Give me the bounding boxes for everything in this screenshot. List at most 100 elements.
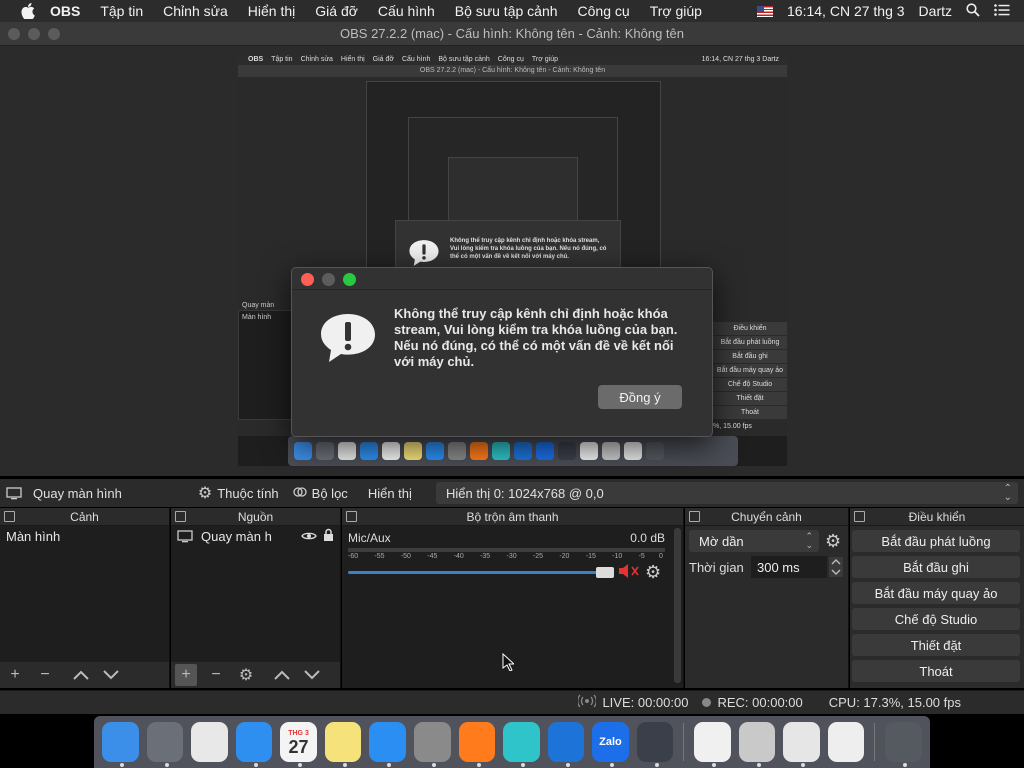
gear-icon: ⚙ <box>197 485 213 502</box>
float-dock-icon[interactable] <box>4 511 15 522</box>
float-dock-icon[interactable] <box>854 511 865 522</box>
mini-menu-item: Chỉnh sửa <box>300 56 333 63</box>
running-indicator <box>712 763 717 767</box>
us-flag-icon[interactable] <box>757 5 774 17</box>
apple-icon[interactable] <box>20 3 36 19</box>
dialog-close-button[interactable] <box>301 273 314 286</box>
move-scene-down-button[interactable] <box>100 664 122 686</box>
menu-file[interactable]: Tập tin <box>100 3 143 19</box>
finder-icon[interactable] <box>102 722 139 767</box>
transition-type-select[interactable]: Mờ dần ⌃ ⌄ <box>689 530 819 552</box>
dialog-zoom-button[interactable] <box>343 273 356 286</box>
launchpad-icon[interactable] <box>146 722 184 767</box>
start-streaming-button[interactable]: Bắt đầu phát luồng <box>852 530 1020 552</box>
system-preferences-icon[interactable] <box>413 722 451 767</box>
control-center-icon[interactable] <box>994 3 1010 19</box>
dialog-minimize-button[interactable] <box>322 273 335 286</box>
float-dock-icon[interactable] <box>346 511 357 522</box>
dialog-message: Không thể truy cập kênh chỉ định hoặc kh… <box>394 306 678 369</box>
running-indicator <box>476 763 481 767</box>
zalo-icon[interactable]: Zalo <box>592 722 629 767</box>
mixer-settings-gear-icon[interactable]: ⚙ <box>645 562 661 583</box>
spotlight-search-icon[interactable] <box>966 2 980 20</box>
running-indicator <box>431 763 436 767</box>
zoom-window-button[interactable] <box>48 28 60 40</box>
add-source-button[interactable]: + <box>175 664 197 686</box>
transition-settings-gear-icon[interactable]: ⚙ <box>825 531 841 552</box>
start-virtual-camera-button[interactable]: Bắt đầu máy quay ảo <box>852 582 1020 604</box>
chrome-icon[interactable] <box>191 722 228 762</box>
settings-button[interactable]: Thiết đặt <box>852 634 1020 656</box>
move-source-up-button[interactable] <box>271 664 293 686</box>
mini-menu-item: Bộ sưu tập cảnh <box>438 56 490 63</box>
mouse-cursor-icon <box>502 653 514 671</box>
add-scene-button[interactable]: + <box>4 664 26 686</box>
ok-button[interactable]: Đồng ý <box>598 385 682 409</box>
chrome-apps-icon[interactable] <box>827 722 865 762</box>
notes-icon[interactable] <box>324 722 362 767</box>
calendar-icon[interactable]: THG 3 27 <box>280 722 317 767</box>
display-select[interactable]: Hiển thị 0: 1024x768 @ 0,0 ⌃ ⌄ <box>436 482 1018 504</box>
controls-dock: Điều khiển Bắt đầu phát luồng Bắt đầu gh… <box>850 508 1024 688</box>
step-up-icon[interactable] <box>829 557 843 567</box>
exit-button[interactable]: Thoát <box>852 660 1020 682</box>
lock-icon[interactable] <box>323 528 334 544</box>
float-dock-icon[interactable] <box>689 511 700 522</box>
remove-source-button[interactable]: − <box>205 664 227 686</box>
eye-icon[interactable] <box>301 529 317 544</box>
mute-speaker-icon[interactable] <box>618 563 642 584</box>
duration-input[interactable]: 300 ms <box>751 556 827 578</box>
meter-tick-label: -50 <box>400 553 411 560</box>
float-dock-icon[interactable] <box>175 511 186 522</box>
filters-label: Bộ lọc <box>311 485 348 501</box>
source-item[interactable]: Quay màn h <box>171 526 340 546</box>
mixer-scrollbar[interactable] <box>674 528 681 683</box>
studio-mode-button[interactable]: Chế độ Studio <box>852 608 1020 630</box>
move-scene-up-button[interactable] <box>70 664 92 686</box>
step-down-icon[interactable] <box>829 567 843 577</box>
preview-icon[interactable] <box>738 722 776 767</box>
trash-icon[interactable] <box>885 722 922 767</box>
obs-icon[interactable] <box>636 722 674 767</box>
firefox-icon[interactable] <box>458 722 496 767</box>
volume-slider-track[interactable] <box>348 571 606 574</box>
photos-icon[interactable] <box>694 722 731 767</box>
krisp-icon[interactable] <box>503 722 540 767</box>
source-properties-gear-icon[interactable]: ⚙ <box>235 664 257 686</box>
start-recording-button[interactable]: Bắt đầu ghi <box>852 556 1020 578</box>
malwarebytes-icon[interactable] <box>547 722 585 767</box>
properties-button[interactable]: ⚙ Thuộc tính <box>198 483 279 503</box>
dialog-window-controls <box>301 273 356 286</box>
volume-slider-handle[interactable] <box>596 567 614 578</box>
menubar-clock[interactable]: 16:14, CN 27 thg 3 <box>787 3 905 19</box>
move-source-down-button[interactable] <box>301 664 323 686</box>
menu-view[interactable]: Hiển thị <box>248 3 295 19</box>
running-indicator <box>164 763 169 767</box>
menu-help[interactable]: Trợ giúp <box>650 3 702 19</box>
live-time: LIVE: 00:00:00 <box>602 695 689 710</box>
app-store-icon[interactable] <box>369 722 406 767</box>
safari-icon[interactable] <box>235 722 273 767</box>
meter-tick-label: -5 <box>638 553 645 560</box>
monitor-icon <box>6 486 22 499</box>
mail-icon[interactable] <box>783 722 820 767</box>
mini-menu-item: Công cụ <box>497 56 524 63</box>
warning-icon <box>321 314 375 362</box>
menu-profile[interactable]: Cấu hình <box>378 3 435 19</box>
remove-scene-button[interactable]: − <box>34 664 56 686</box>
minimize-window-button[interactable] <box>28 28 40 40</box>
mini-dock <box>288 436 738 466</box>
menu-docks[interactable]: Giá đỡ <box>315 3 358 19</box>
menu-bar: OBS Tập tin Chỉnh sửa Hiển thị Giá đỡ Cấ… <box>0 0 1024 22</box>
close-window-button[interactable] <box>8 28 20 40</box>
menu-tools[interactable]: Công cụ <box>578 3 630 19</box>
menu-app[interactable]: OBS <box>50 3 80 19</box>
filters-button[interactable]: Bộ lọc <box>293 485 348 502</box>
duration-stepper[interactable] <box>829 557 843 577</box>
transitions-dock-header: Chuyển cảnh <box>685 508 848 526</box>
running-indicator <box>610 763 615 767</box>
menu-scene-collection[interactable]: Bộ sưu tập cảnh <box>455 3 558 19</box>
scene-item[interactable]: Màn hình <box>0 526 169 546</box>
menubar-user[interactable]: Dartz <box>919 3 952 19</box>
menu-edit[interactable]: Chỉnh sửa <box>163 3 228 19</box>
